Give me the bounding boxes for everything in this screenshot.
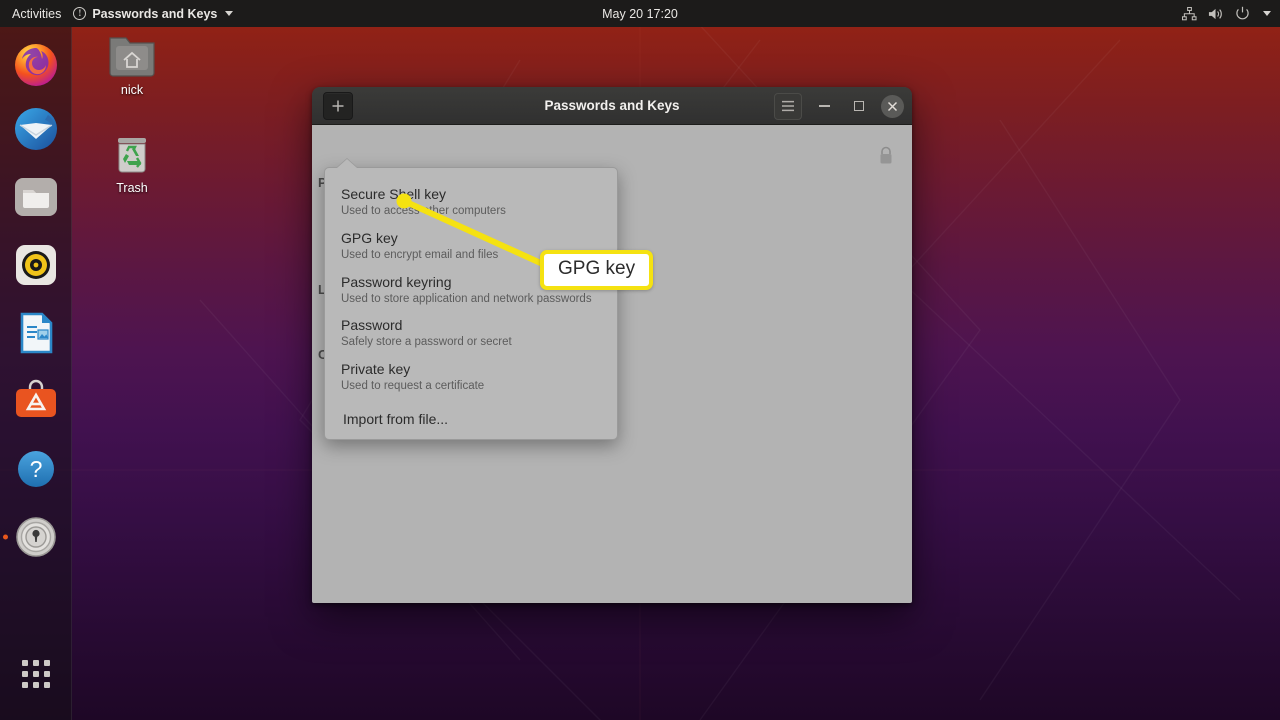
grid-icon — [22, 660, 50, 688]
trash-icon — [118, 138, 146, 173]
window-controls — [774, 87, 904, 125]
dock-item-ubuntu-software[interactable] — [0, 367, 72, 435]
menu-item-subtitle: Safely store a password or secret — [341, 336, 512, 349]
desktop-screen: Activities ! Passwords and Keys May 20 1… — [0, 0, 1280, 720]
menu-item-title: Password — [341, 317, 403, 334]
menu-item-subtitle: Used to access other computers — [341, 204, 506, 217]
app-indicator-label: Passwords and Keys — [92, 6, 218, 21]
menu-item-password[interactable]: Password Safely store a password or secr… — [325, 313, 617, 357]
maximize-icon — [854, 101, 864, 111]
activities-button[interactable]: Activities — [0, 7, 73, 21]
desktop-icon-home-label: nick — [120, 83, 144, 97]
annotation-callout: GPG key — [540, 250, 654, 290]
volume-icon[interactable] — [1208, 7, 1224, 21]
ubuntu-software-icon — [12, 377, 60, 425]
network-icon[interactable] — [1182, 6, 1197, 21]
menu-item-secure-shell-key[interactable]: Secure Shell key Used to access other co… — [325, 182, 617, 226]
rhythmbox-icon — [12, 241, 60, 289]
menu-item-import-from-file[interactable]: Import from file... — [325, 401, 617, 429]
window-content: P L C Secure Shell key Used to access ot… — [312, 125, 912, 603]
passwords-and-keys-window: Passwords and Keys P L C Secure Shell ke… — [312, 87, 912, 603]
menu-item-subtitle: Used to request a certificate — [341, 380, 485, 393]
dock-item-help[interactable]: ? — [0, 435, 72, 503]
power-icon[interactable] — [1235, 6, 1250, 21]
info-circle-icon: ! — [73, 7, 87, 20]
help-icon: ? — [12, 445, 60, 493]
menu-item-title: Secure Shell key — [341, 186, 447, 202]
menu-item-subtitle: Used to store application and network pa… — [341, 292, 592, 305]
desktop-icon-trash[interactable]: Trash — [90, 132, 174, 195]
desktop-icon-trash-label: Trash — [116, 181, 148, 195]
padlock-icon — [878, 146, 894, 170]
passwords-and-keys-icon — [12, 513, 60, 561]
menu-item-title: GPG key — [341, 229, 398, 246]
dock-item-files[interactable] — [0, 163, 72, 231]
firefox-icon — [12, 41, 60, 89]
app-indicator-menu[interactable]: ! Passwords and Keys — [73, 6, 234, 21]
thunderbird-icon — [12, 105, 60, 153]
dock-item-passwords-and-keys[interactable] — [0, 503, 72, 571]
home-folder-icon — [109, 37, 155, 77]
dock: ? — [0, 27, 72, 720]
top-bar: Activities ! Passwords and Keys May 20 1… — [0, 0, 1280, 27]
close-icon — [887, 101, 898, 111]
files-icon — [12, 173, 60, 221]
libreoffice-impress-icon — [12, 309, 60, 357]
close-button[interactable] — [881, 94, 904, 118]
new-item-popover-menu: Secure Shell key Used to access other co… — [324, 167, 618, 441]
running-indicator — [3, 534, 8, 540]
chevron-down-icon — [225, 11, 234, 16]
minimize-button[interactable] — [811, 93, 837, 119]
dock-item-firefox[interactable] — [0, 31, 72, 99]
desktop-icon-home[interactable]: nick — [90, 34, 174, 97]
plus-icon — [332, 100, 344, 111]
add-new-item-button[interactable] — [323, 91, 353, 120]
dock-item-libreoffice-impress[interactable] — [0, 299, 72, 367]
show-applications-button[interactable] — [0, 646, 72, 702]
dock-item-thunderbird[interactable] — [0, 95, 72, 163]
system-tray[interactable] — [1182, 0, 1271, 27]
window-header-bar: Passwords and Keys — [312, 87, 912, 125]
svg-text:?: ? — [30, 456, 43, 482]
tray-chevron-down-icon[interactable] — [1263, 11, 1271, 16]
menu-item-title: Private key — [341, 361, 411, 378]
menu-item-private-key[interactable]: Private key Used to request a certificat… — [325, 357, 617, 401]
hamburger-menu-button[interactable] — [774, 92, 802, 120]
minimize-icon — [818, 105, 830, 107]
hamburger-icon — [782, 100, 794, 112]
dock-item-rhythmbox[interactable] — [0, 231, 72, 299]
maximize-button[interactable] — [846, 93, 872, 119]
